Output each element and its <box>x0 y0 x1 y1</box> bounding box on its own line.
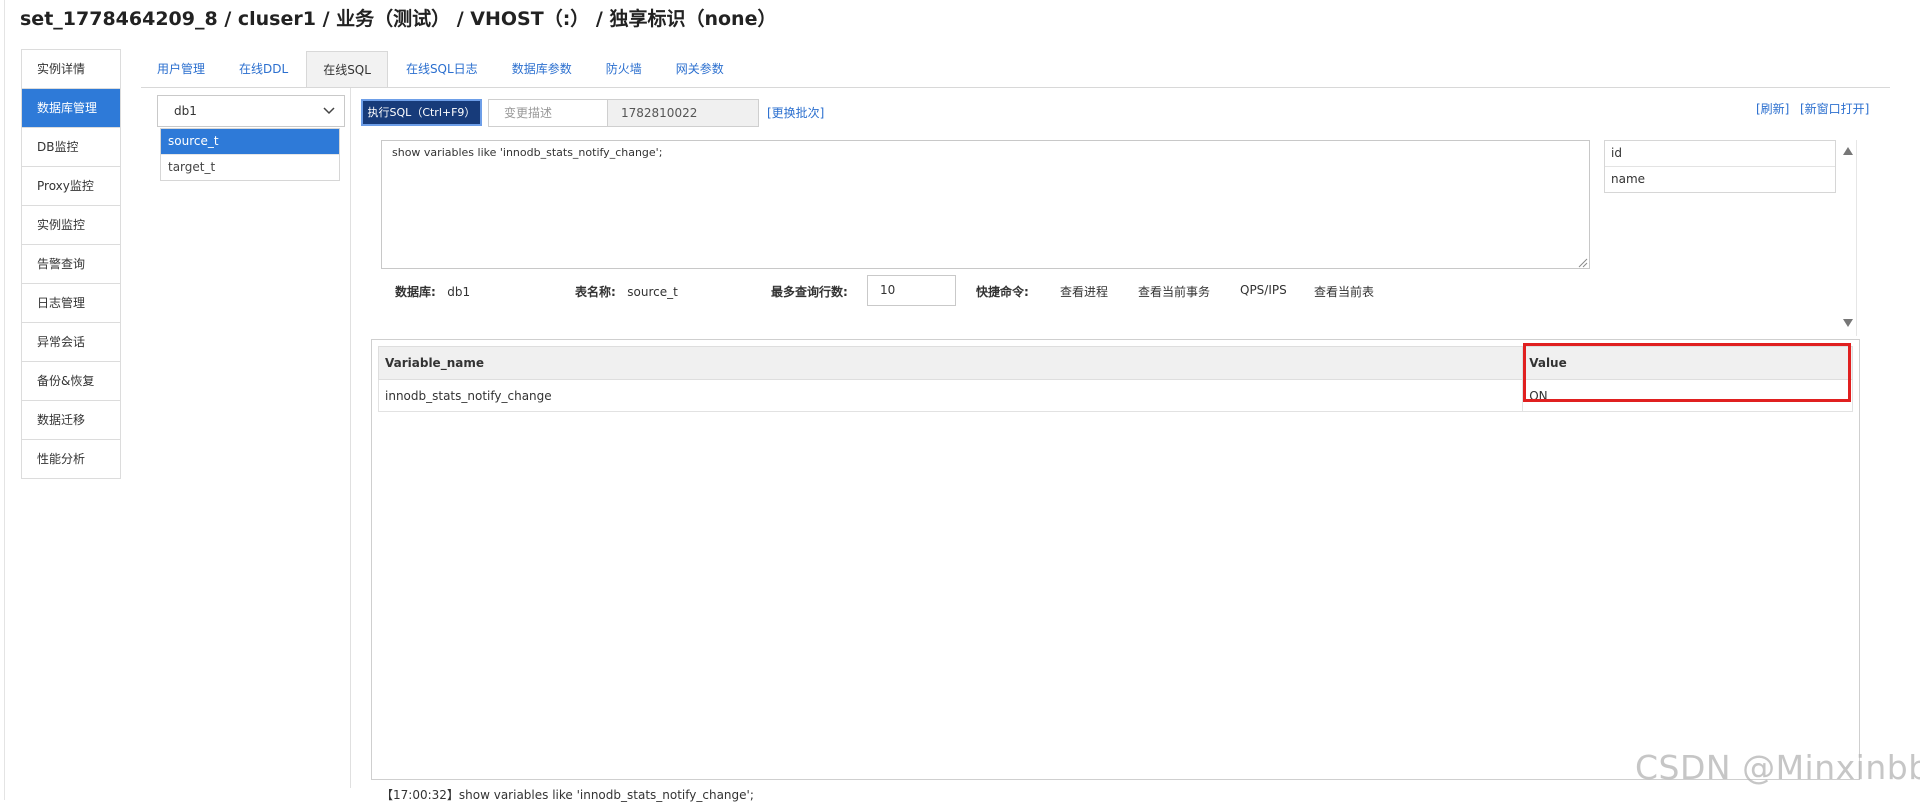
table-info: 表名称: source_t <box>575 283 678 300</box>
database-select[interactable]: db1 <box>157 95 345 127</box>
sidebar-item-backup-restore[interactable]: 备份&恢复 <box>22 362 120 401</box>
sidebar-item-instance-monitor[interactable]: 实例监控 <box>22 206 120 245</box>
cell-variable-name[interactable]: innodb_stats_notify_change <box>377 379 1524 412</box>
resize-grip-icon[interactable] <box>1576 256 1588 268</box>
execution-log: 【17:00:32】show variables like 'innodb_st… <box>381 788 754 802</box>
db-value: db1 <box>447 285 471 299</box>
table-label: 表名称: <box>575 285 616 299</box>
db-label: 数据库: <box>395 285 436 299</box>
execute-sql-button[interactable]: 执行SQL（Ctrl+F9） <box>361 99 482 126</box>
scroll-down-icon[interactable] <box>1842 318 1854 331</box>
table-item-source-t[interactable]: source_t <box>161 129 339 154</box>
db-info: 数据库: db1 <box>395 283 470 300</box>
switch-batch-link[interactable]: [更换批次] <box>767 104 824 121</box>
shortcut-view-process[interactable]: 查看进程 <box>1060 283 1108 300</box>
page-title: set_1778464209_8 / cluser1 / 业务（测试） / VH… <box>20 8 777 30</box>
tab-bar: 用户管理 在线DDL 在线SQL 在线SQL日志 数据库参数 防火墙 网关参数 <box>141 51 742 88</box>
database-select-value: db1 <box>174 104 197 118</box>
sql-editor[interactable]: show variables like 'innodb_stats_notify… <box>381 140 1590 269</box>
column-item-name[interactable]: name <box>1605 166 1835 192</box>
tab-online-sql-log[interactable]: 在线SQL日志 <box>390 51 494 88</box>
tab-gateway-params[interactable]: 网关参数 <box>660 51 740 88</box>
sidebar-item-proxy-monitor[interactable]: Proxy监控 <box>22 167 120 206</box>
max-rows-input[interactable]: 10 <box>867 275 956 306</box>
sidebar-item-log-management[interactable]: 日志管理 <box>22 284 120 323</box>
sidebar-item-db-management[interactable]: 数据库管理 <box>22 89 120 128</box>
column-list: id name <box>1604 140 1836 193</box>
tab-db-params[interactable]: 数据库参数 <box>496 51 588 88</box>
tab-divider <box>141 87 1890 88</box>
value-highlight-box <box>1523 343 1851 402</box>
tab-online-ddl[interactable]: 在线DDL <box>223 51 304 88</box>
tab-user-management[interactable]: 用户管理 <box>141 51 221 88</box>
column-header-variable-name[interactable]: Variable_name <box>377 346 1524 380</box>
column-list-scrollbar[interactable] <box>1856 140 1857 336</box>
sidebar-item-alert-query[interactable]: 告警查询 <box>22 245 120 284</box>
change-description-input[interactable]: 变更描述 <box>488 99 608 127</box>
table-value: source_t <box>627 285 678 299</box>
shortcut-qps-ips[interactable]: QPS/IPS <box>1240 283 1287 297</box>
sidebar-item-performance[interactable]: 性能分析 <box>22 440 120 479</box>
frame-border <box>4 0 5 800</box>
table-item-target-t[interactable]: target_t <box>161 154 339 180</box>
sidebar-item-abnormal-session[interactable]: 异常会话 <box>22 323 120 362</box>
scroll-up-icon[interactable] <box>1842 146 1854 159</box>
sidebar-item-instance-detail[interactable]: 实例详情 <box>22 50 120 89</box>
sidebar-item-data-migration[interactable]: 数据迁移 <box>22 401 120 440</box>
shortcut-view-tables[interactable]: 查看当前表 <box>1314 283 1374 300</box>
watermark: CSDN @Minxinbb <box>1635 748 1920 787</box>
tab-firewall[interactable]: 防火墙 <box>590 51 658 88</box>
table-list: source_t target_t <box>160 128 340 181</box>
max-rows-label: 最多查询行数: <box>771 285 848 299</box>
column-item-id[interactable]: id <box>1605 141 1835 166</box>
shortcut-view-transactions[interactable]: 查看当前事务 <box>1138 283 1210 300</box>
task-id-field: 1782810022 <box>607 99 759 127</box>
shortcut-label: 快捷命令: <box>976 285 1029 299</box>
refresh-link[interactable]: [刷新] <box>1756 100 1789 117</box>
open-new-window-link[interactable]: [新窗口打开] <box>1800 100 1869 117</box>
tab-online-sql[interactable]: 在线SQL <box>306 51 388 88</box>
sidebar-nav: 实例详情 数据库管理 DB监控 Proxy监控 实例监控 告警查询 日志管理 异… <box>21 49 121 479</box>
sidebar-item-db-monitor[interactable]: DB监控 <box>22 128 120 167</box>
db-tree-panel <box>151 88 351 788</box>
